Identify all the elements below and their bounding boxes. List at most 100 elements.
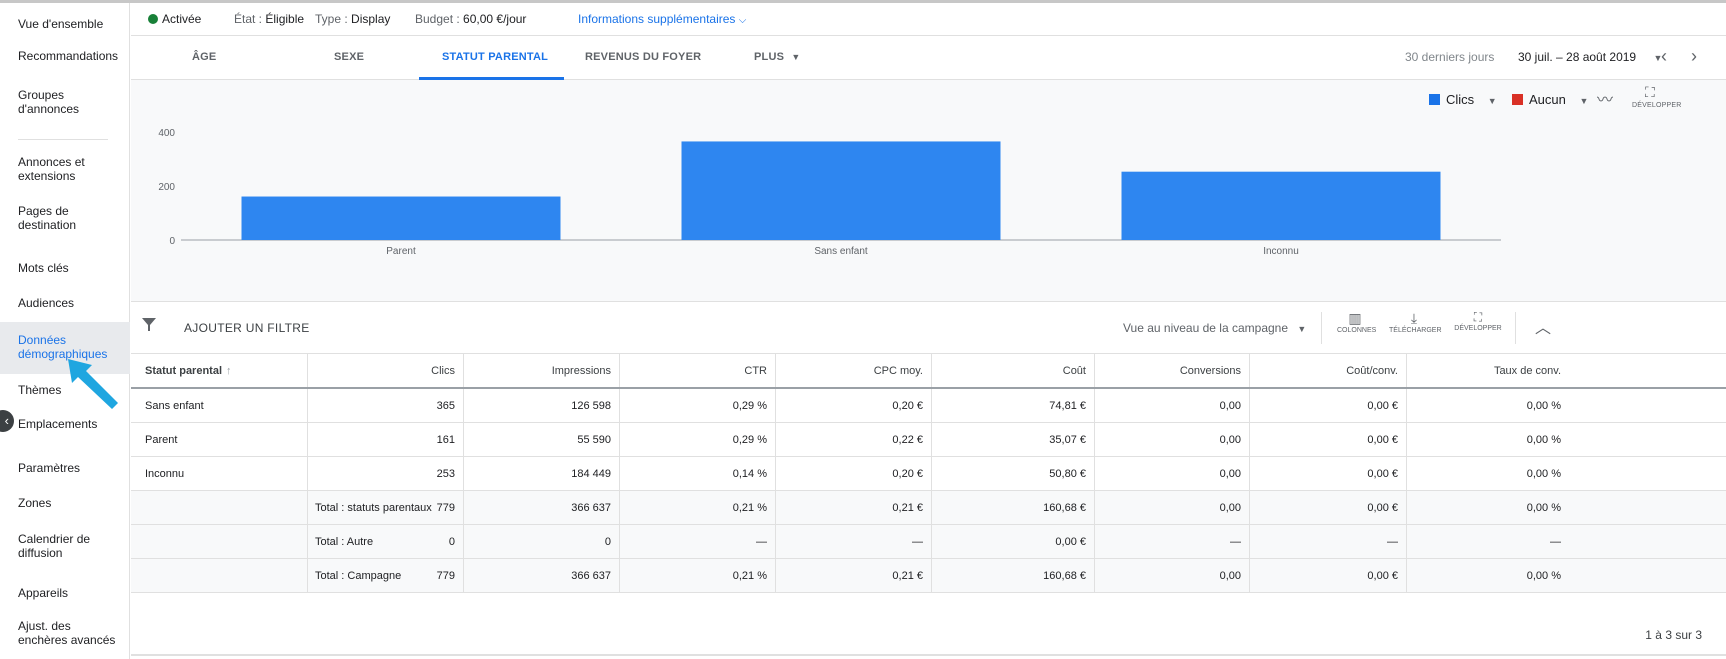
y-tick-label: 200 — [158, 182, 175, 193]
cell-value: 0,20 € — [892, 399, 923, 412]
cell-value: 55 590 — [577, 433, 611, 446]
column-header[interactable]: Coût — [931, 354, 1094, 387]
column-header[interactable]: Coût/conv. — [1249, 354, 1406, 387]
view-level-selector[interactable]: Vue au niveau de la campagne ▼ — [1123, 321, 1306, 335]
cell-value: — — [1387, 535, 1398, 548]
sidebar-item-landing-pages[interactable]: Pages de destination — [0, 204, 110, 232]
cell-value: 0,00 — [1219, 433, 1241, 446]
cell-value: 0,00 € — [1367, 467, 1398, 480]
active-status-dot-icon — [148, 14, 158, 24]
download-button[interactable]: ⤓ TÉLÉCHARGER — [1389, 310, 1442, 334]
sidebar-item-recommendations[interactable]: Recommandations — [0, 49, 130, 63]
sidebar-divider — [18, 139, 108, 140]
column-header-label: Impressions — [551, 364, 611, 377]
table-cell: Inconnu — [131, 457, 307, 490]
add-filter-button[interactable]: AJOUTER UN FILTRE — [184, 321, 310, 335]
campaign-budget: Budget : 60,00 €/jour — [415, 12, 527, 26]
table-cell: 50,80 € — [931, 457, 1094, 490]
column-header[interactable]: CTR — [619, 354, 775, 387]
columns-button[interactable]: ▥ COLONNES — [1337, 310, 1376, 334]
table-cell: Total : statuts parentaux — [307, 491, 447, 524]
table-cell: — — [1249, 525, 1406, 558]
table-total-row: Total : Autre 0 0 — — 0,00 € — — — — [131, 525, 1726, 559]
table-row: Sans enfant 365 126 598 0,29 % 0,20 € 74,81 €… — [131, 389, 1726, 423]
sidebar-item-overview[interactable]: Vue d'ensemble — [0, 17, 130, 31]
column-header-label: Coût — [1062, 364, 1086, 377]
table-cell: — — [775, 525, 931, 558]
sidebar-item-ad-schedule[interactable]: Calendrier de diffusion — [0, 532, 110, 560]
previous-period-button[interactable]: ‹ — [1661, 46, 1667, 67]
chart-panel: Clics ▼ Aucun ▼ 〰 ⛶ DÉVELOPPER 0 200 400 Pa… — [131, 80, 1726, 302]
tab-gender[interactable]: SEXE — [334, 51, 364, 63]
table-cell: 160,68 € — [931, 559, 1094, 592]
cell-value: 0 — [604, 535, 611, 548]
table-cell: 0,00 % — [1406, 389, 1569, 422]
sidebar-item-advanced-bid-adj[interactable]: Ajust. des enchères avancés — [0, 619, 118, 647]
table-toolbar: AJOUTER UN FILTRE Vue au niveau de la ca… — [131, 302, 1726, 354]
sidebar-item-audiences[interactable]: Audiences — [0, 296, 130, 310]
sidebar-item-ads-extensions[interactable]: Annonces et extensions — [0, 155, 110, 183]
table-cell: 160,68 € — [931, 491, 1094, 524]
column-header-label: CPC moy. — [873, 364, 923, 377]
table-cell: 0,00 — [1094, 491, 1249, 524]
table-cell: 253 — [307, 457, 463, 490]
column-header-label: Clics — [431, 364, 455, 377]
table-total-row: Total : statuts parentaux 779 366 637 0,21 … — [131, 491, 1726, 525]
table-cell: 74,81 € — [931, 389, 1094, 422]
table-cell: 0,14 % — [619, 457, 775, 490]
filter-icon[interactable] — [141, 316, 157, 337]
sidebar-item-locations[interactable]: Zones — [0, 496, 130, 510]
column-header[interactable]: Taux de conv. — [1406, 354, 1569, 387]
column-header[interactable]: Impressions — [463, 354, 619, 387]
collapse-table-button[interactable]: ︿ — [1535, 314, 1551, 338]
sidebar-item-ad-groups[interactable]: Groupes d'annonces — [0, 88, 110, 116]
cell-value: Parent — [145, 433, 178, 446]
chevron-left-icon: ‹ — [1661, 46, 1667, 66]
column-header[interactable]: CPC moy. — [775, 354, 931, 387]
sidebar-item-keywords[interactable]: Mots clés — [0, 261, 130, 275]
cell-value: 0,00 % — [1526, 569, 1561, 582]
toolbar-divider — [1515, 312, 1516, 344]
sidebar-item-settings[interactable]: Paramètres — [0, 461, 130, 475]
date-range-label: 30 derniers jours — [1405, 50, 1495, 64]
tab-more[interactable]: PLUS ▼ — [754, 51, 801, 63]
cell-value: 0,21 € — [892, 501, 923, 514]
sidebar-item-placements[interactable]: Emplacements — [0, 417, 130, 431]
sidebar-item-devices[interactable]: Appareils — [0, 586, 130, 600]
dropdown-arrow-icon: ▼ — [791, 52, 801, 62]
table-cell: 0,00 € — [1249, 457, 1406, 490]
x-tick-label: Inconnu — [1263, 246, 1299, 257]
bar-parent[interactable] — [241, 196, 561, 240]
table-cell: 0,00 % — [1406, 559, 1569, 592]
column-header[interactable]: Statut parental ↑ — [131, 354, 307, 387]
date-range-selector[interactable]: 30 juil. – 28 août 2019 ▼ — [1518, 50, 1662, 64]
tab-age[interactable]: ÂGE — [192, 51, 216, 63]
next-period-button[interactable]: › — [1691, 46, 1697, 67]
column-header-label: Coût/conv. — [1346, 364, 1398, 377]
cell-value: 0,00 € — [1367, 433, 1398, 446]
table-expand-button[interactable]: ⛶ DÉVELOPPER — [1453, 310, 1503, 332]
table-cell: — — [1094, 525, 1249, 558]
table-cell: 0,00 € — [1249, 423, 1406, 456]
cell-value: Inconnu — [145, 467, 185, 480]
bar-sans-enfant[interactable] — [681, 141, 1001, 240]
campaign-status-bar: Activée État : Éligible Type : Display B… — [131, 3, 1726, 36]
cell-value: 0,29 % — [732, 399, 767, 412]
table-row: Inconnu 253 184 449 0,14 % 0,20 € 50,80 € 0,00… — [131, 457, 1726, 491]
chevron-right-icon: › — [1691, 46, 1697, 66]
columns-icon: ▥ — [1348, 310, 1362, 326]
eligibility-status: État : Éligible — [234, 12, 305, 26]
column-header[interactable]: Clics — [307, 354, 463, 387]
cell-value: 0,00 % — [1526, 501, 1561, 514]
tab-parental-status[interactable]: STATUT PARENTAL — [442, 51, 548, 63]
cell-value: 0,14 % — [732, 467, 767, 480]
table-cell: 365 — [307, 389, 463, 422]
column-header[interactable]: Conversions — [1094, 354, 1249, 387]
demographics-tabs: ÂGE SEXE STATUT PARENTAL REVENUS DU FOYE… — [131, 36, 1726, 80]
cell-value: 0,00 € — [1367, 569, 1398, 582]
status-badge: Activée — [148, 12, 201, 26]
sort-ascending-icon[interactable]: ↑ — [226, 365, 232, 377]
more-info-link[interactable]: Informations supplémentaires ⌵ — [578, 12, 746, 26]
bar-inconnu[interactable] — [1121, 171, 1441, 240]
tab-household-income[interactable]: REVENUS DU FOYER — [585, 51, 701, 63]
